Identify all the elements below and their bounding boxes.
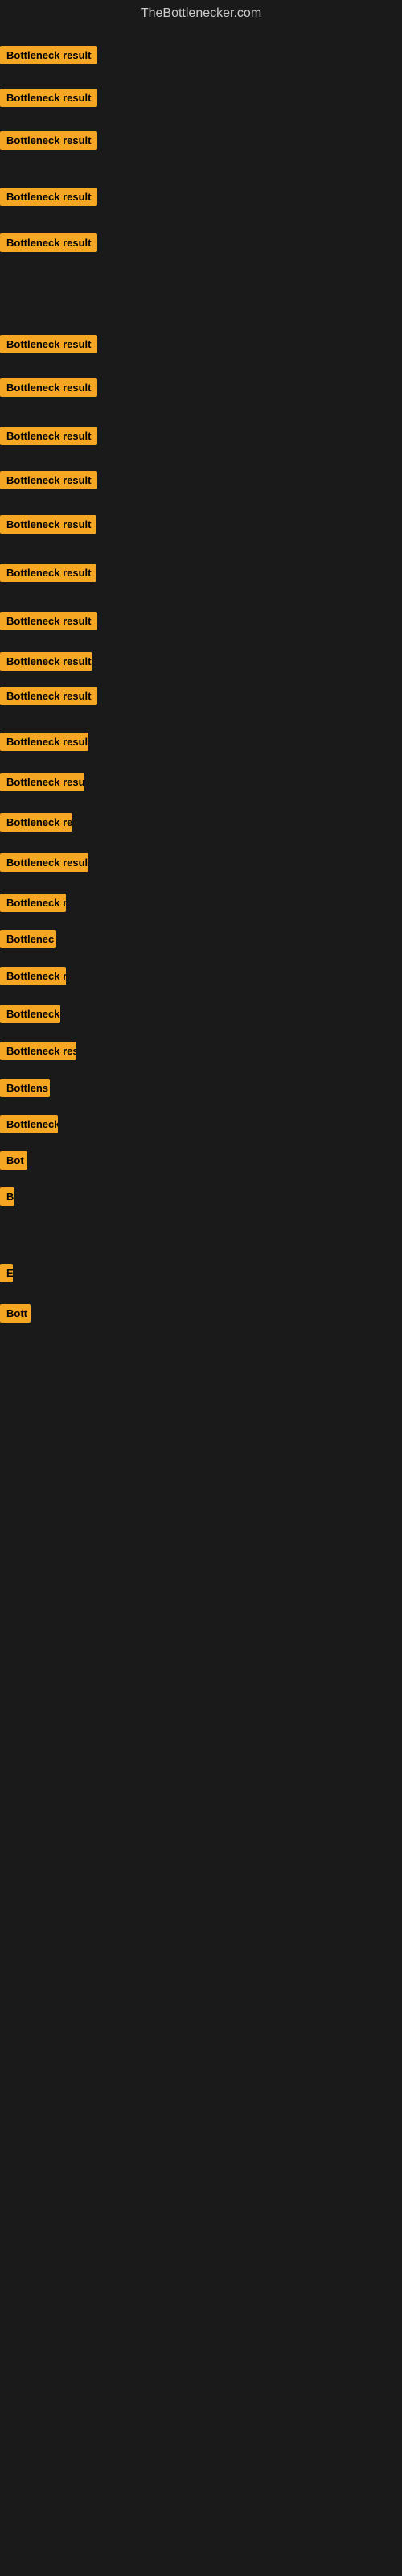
bottleneck-item-16: Bottleneck result <box>0 773 84 795</box>
bottleneck-item-23: Bottleneck res <box>0 1042 76 1064</box>
bottleneck-label-29: Bott <box>0 1304 31 1323</box>
bottleneck-label-14: Bottleneck result <box>0 687 97 705</box>
bottleneck-label-11: Bottleneck result <box>0 564 96 582</box>
bottleneck-label-15: Bottleneck result <box>0 733 88 751</box>
bottleneck-label-7: Bottleneck result <box>0 378 97 397</box>
bottleneck-item-27: B <box>0 1187 14 1210</box>
bottleneck-label-9: Bottleneck result <box>0 471 97 489</box>
bottleneck-item-9: Bottleneck result <box>0 471 97 493</box>
bottleneck-label-8: Bottleneck result <box>0 427 97 445</box>
bottleneck-item-20: Bottlenec <box>0 930 56 952</box>
bottleneck-item-11: Bottleneck result <box>0 564 96 586</box>
bottleneck-item-26: Bot <box>0 1151 27 1174</box>
bottleneck-label-22: Bottleneck <box>0 1005 60 1023</box>
bottleneck-label-4: Bottleneck result <box>0 188 97 206</box>
bottleneck-item-21: Bottleneck r <box>0 967 66 989</box>
bottleneck-label-1: Bottleneck result <box>0 46 97 64</box>
bottleneck-item-5: Bottleneck result <box>0 233 97 256</box>
bottleneck-item-28: E <box>0 1264 13 1286</box>
bottleneck-item-7: Bottleneck result <box>0 378 97 401</box>
bottleneck-label-21: Bottleneck r <box>0 967 66 985</box>
bottleneck-item-3: Bottleneck result <box>0 131 97 154</box>
bottleneck-label-3: Bottleneck result <box>0 131 97 150</box>
site-title: TheBottlenecker.com <box>0 0 402 24</box>
bottleneck-item-15: Bottleneck result <box>0 733 88 755</box>
bottleneck-item-12: Bottleneck result <box>0 612 97 634</box>
bottleneck-item-13: Bottleneck result <box>0 652 92 675</box>
bottleneck-item-18: Bottleneck result <box>0 853 88 876</box>
bottleneck-label-20: Bottlenec <box>0 930 56 948</box>
bottleneck-label-16: Bottleneck result <box>0 773 84 791</box>
bottleneck-item-14: Bottleneck result <box>0 687 97 709</box>
bottleneck-label-27: B <box>0 1187 14 1206</box>
bottleneck-label-25: Bottleneck <box>0 1115 58 1133</box>
bottleneck-item-2: Bottleneck result <box>0 89 97 111</box>
bottleneck-item-6: Bottleneck result <box>0 335 97 357</box>
bottleneck-label-13: Bottleneck result <box>0 652 92 671</box>
bottleneck-label-24: Bottlens <box>0 1079 50 1097</box>
bottleneck-label-5: Bottleneck result <box>0 233 97 252</box>
bottleneck-label-6: Bottleneck result <box>0 335 97 353</box>
site-title-bar: TheBottlenecker.com <box>0 0 402 24</box>
bottleneck-label-28: E <box>0 1264 13 1282</box>
bottleneck-item-1: Bottleneck result <box>0 46 97 68</box>
bottleneck-item-4: Bottleneck result <box>0 188 97 210</box>
bottleneck-item-17: Bottleneck re <box>0 813 72 836</box>
bottleneck-item-29: Bott <box>0 1304 31 1327</box>
bottleneck-label-18: Bottleneck result <box>0 853 88 872</box>
bottleneck-label-12: Bottleneck result <box>0 612 97 630</box>
bottleneck-item-8: Bottleneck result <box>0 427 97 449</box>
bottleneck-label-2: Bottleneck result <box>0 89 97 107</box>
bottleneck-item-25: Bottleneck <box>0 1115 58 1137</box>
bottleneck-label-23: Bottleneck res <box>0 1042 76 1060</box>
bottleneck-item-10: Bottleneck result <box>0 515 96 538</box>
bottleneck-label-26: Bot <box>0 1151 27 1170</box>
bottleneck-label-19: Bottleneck r <box>0 894 66 912</box>
bottleneck-item-24: Bottlens <box>0 1079 50 1101</box>
bottleneck-item-19: Bottleneck r <box>0 894 66 916</box>
bottleneck-item-22: Bottleneck <box>0 1005 60 1027</box>
bottleneck-label-10: Bottleneck result <box>0 515 96 534</box>
bottleneck-label-17: Bottleneck re <box>0 813 72 832</box>
